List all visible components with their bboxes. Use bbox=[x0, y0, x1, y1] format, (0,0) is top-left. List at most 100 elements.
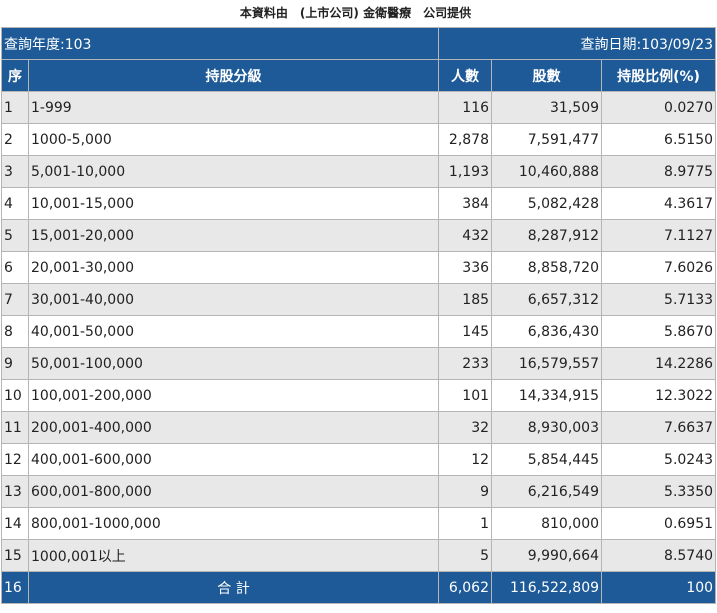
row-people: 12 bbox=[438, 443, 493, 476]
row-people: 1 bbox=[438, 507, 493, 540]
header-ratio: 持股比例(%) bbox=[601, 59, 717, 92]
row-people: 116 bbox=[438, 91, 493, 124]
query-date: 查詢日期:103/09/23 bbox=[438, 27, 717, 60]
row-seq: 1 bbox=[1, 91, 29, 124]
row-grade: 100,001-200,000 bbox=[27, 379, 440, 412]
row-people: 384 bbox=[438, 187, 493, 220]
row-shares: 6,836,430 bbox=[491, 315, 603, 348]
row-people: 32 bbox=[438, 411, 493, 444]
table-row: 5 15,001-20,000 432 8,287,912 7.1127 bbox=[1, 219, 717, 252]
row-ratio: 6.5150 bbox=[601, 123, 717, 156]
row-people: 432 bbox=[438, 219, 493, 252]
row-grade: 15,001-20,000 bbox=[27, 219, 440, 252]
row-shares: 7,591,477 bbox=[491, 123, 603, 156]
row-ratio: 5.7133 bbox=[601, 283, 717, 316]
row-shares: 8,858,720 bbox=[491, 251, 603, 284]
shareholding-table: 查詢年度:103 查詢日期:103/09/23 序 持股分級 人數 股數 持股比… bbox=[0, 27, 717, 604]
row-people: 233 bbox=[438, 347, 493, 380]
row-seq: 11 bbox=[1, 411, 29, 444]
table-row: 8 40,001-50,000 145 6,836,430 5.8670 bbox=[1, 315, 717, 348]
row-shares: 16,579,557 bbox=[491, 347, 603, 380]
header-seq: 序 bbox=[1, 59, 29, 92]
row-shares: 9,990,664 bbox=[491, 539, 603, 572]
header-shares: 股數 bbox=[491, 59, 603, 92]
company-caption: 本資料由 (上市公司) 金衛醫療 公司提供 bbox=[239, 6, 472, 20]
row-seq: 9 bbox=[1, 347, 29, 380]
table-row: 1 1-999 116 31,509 0.0270 bbox=[1, 91, 717, 124]
row-people: 5 bbox=[438, 539, 493, 572]
table-row: 11 200,001-400,000 32 8,930,003 7.6637 bbox=[1, 411, 717, 444]
table-row: 7 30,001-40,000 185 6,657,312 5.7133 bbox=[1, 283, 717, 316]
row-seq: 15 bbox=[1, 539, 29, 572]
row-shares: 5,082,428 bbox=[491, 187, 603, 220]
row-ratio: 5.8670 bbox=[601, 315, 717, 348]
table-row: 15 1000,001以上 5 9,990,664 8.5740 bbox=[1, 539, 717, 572]
query-year: 查詢年度:103 bbox=[0, 27, 440, 60]
table-header-row: 序 持股分級 人數 股數 持股比例(%) bbox=[1, 59, 717, 92]
row-seq: 7 bbox=[1, 283, 29, 316]
table-row: 9 50,001-100,000 233 16,579,557 14.2286 bbox=[1, 347, 717, 380]
row-seq: 3 bbox=[1, 155, 29, 188]
row-people: 145 bbox=[438, 315, 493, 348]
table-row: 2 1000-5,000 2,878 7,591,477 6.5150 bbox=[1, 123, 717, 156]
row-ratio: 14.2286 bbox=[601, 347, 717, 380]
total-label: 合 計 bbox=[27, 571, 440, 604]
row-shares: 5,854,445 bbox=[491, 443, 603, 476]
row-shares: 6,216,549 bbox=[491, 475, 603, 508]
total-ratio: 100 bbox=[601, 571, 717, 604]
row-grade: 1000-5,000 bbox=[27, 123, 440, 156]
row-grade: 10,001-15,000 bbox=[27, 187, 440, 220]
row-grade: 40,001-50,000 bbox=[27, 315, 440, 348]
row-people: 9 bbox=[438, 475, 493, 508]
row-ratio: 0.6951 bbox=[601, 507, 717, 540]
table-row: 14 800,001-1000,000 1 810,000 0.6951 bbox=[1, 507, 717, 540]
row-grade: 1000,001以上 bbox=[27, 539, 440, 572]
row-seq: 6 bbox=[1, 251, 29, 284]
row-seq: 2 bbox=[1, 123, 29, 156]
row-people: 336 bbox=[438, 251, 493, 284]
row-ratio: 7.6026 bbox=[601, 251, 717, 284]
row-shares: 6,657,312 bbox=[491, 283, 603, 316]
row-ratio: 5.0243 bbox=[601, 443, 717, 476]
row-seq: 10 bbox=[1, 379, 29, 412]
row-seq: 13 bbox=[1, 475, 29, 508]
row-grade: 5,001-10,000 bbox=[27, 155, 440, 188]
row-ratio: 7.1127 bbox=[601, 219, 717, 252]
row-ratio: 0.0270 bbox=[601, 91, 717, 124]
row-seq: 8 bbox=[1, 315, 29, 348]
row-ratio: 8.5740 bbox=[601, 539, 717, 572]
row-ratio: 7.6637 bbox=[601, 411, 717, 444]
query-info-row: 查詢年度:103 查詢日期:103/09/23 bbox=[0, 27, 717, 60]
row-seq: 4 bbox=[1, 187, 29, 220]
row-seq: 12 bbox=[1, 443, 29, 476]
table-row: 13 600,001-800,000 9 6,216,549 5.3350 bbox=[1, 475, 717, 508]
table-row: 6 20,001-30,000 336 8,858,720 7.6026 bbox=[1, 251, 717, 284]
row-grade: 200,001-400,000 bbox=[27, 411, 440, 444]
row-people: 1,193 bbox=[438, 155, 493, 188]
row-seq: 5 bbox=[1, 219, 29, 252]
table-row: 4 10,001-15,000 384 5,082,428 4.3617 bbox=[1, 187, 717, 220]
row-grade: 400,001-600,000 bbox=[27, 443, 440, 476]
row-ratio: 5.3350 bbox=[601, 475, 717, 508]
row-grade: 600,001-800,000 bbox=[27, 475, 440, 508]
row-grade: 1-999 bbox=[27, 91, 440, 124]
row-seq: 14 bbox=[1, 507, 29, 540]
row-shares: 8,287,912 bbox=[491, 219, 603, 252]
total-people: 6,062 bbox=[438, 571, 493, 604]
row-ratio: 4.3617 bbox=[601, 187, 717, 220]
table-body: 1 1-999 116 31,509 0.0270 2 1000-5,000 2,878 7,5… bbox=[1, 91, 717, 572]
row-people: 2,878 bbox=[438, 123, 493, 156]
total-row: 16 合 計 6,062 116,522,809 100 bbox=[1, 571, 717, 604]
row-shares: 810,000 bbox=[491, 507, 603, 540]
header-people: 人數 bbox=[438, 59, 493, 92]
row-shares: 14,334,915 bbox=[491, 379, 603, 412]
row-ratio: 12.3022 bbox=[601, 379, 717, 412]
row-people: 185 bbox=[438, 283, 493, 316]
row-grade: 30,001-40,000 bbox=[27, 283, 440, 316]
row-grade: 20,001-30,000 bbox=[27, 251, 440, 284]
table-row: 12 400,001-600,000 12 5,854,445 5.0243 bbox=[1, 443, 717, 476]
row-shares: 8,930,003 bbox=[491, 411, 603, 444]
row-grade: 800,001-1000,000 bbox=[27, 507, 440, 540]
row-grade: 50,001-100,000 bbox=[27, 347, 440, 380]
row-shares: 10,460,888 bbox=[491, 155, 603, 188]
